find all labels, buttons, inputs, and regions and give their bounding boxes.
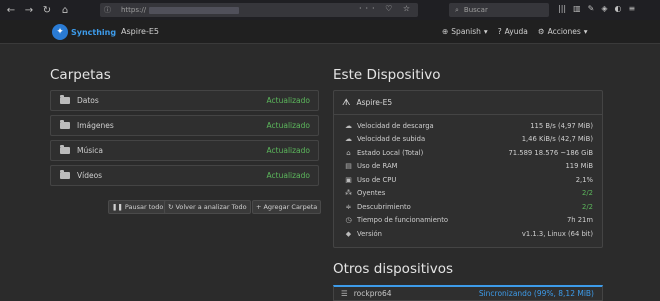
info-icon[interactable]: ⓘ xyxy=(104,5,111,15)
info-row-discovery: ≑ Descubrimiento 2/2 xyxy=(334,200,602,214)
add-folder-button[interactable]: + Agregar Carpeta xyxy=(252,200,322,214)
syncthing-logo-icon: ✦ xyxy=(52,24,68,40)
device-name: Aspire-E5 xyxy=(121,27,160,36)
url-redacted xyxy=(149,6,240,14)
globe-icon: ⊕ xyxy=(442,27,449,36)
folder-icon xyxy=(60,95,70,104)
folder-status: Actualizado xyxy=(266,121,310,130)
forward-icon[interactable]: → xyxy=(22,5,36,16)
rescan-all-button[interactable]: ↻ Volver a analizar Todo xyxy=(164,200,251,214)
info-row-ram: ▤ Uso de RAM 119 MiB xyxy=(334,160,602,174)
folder-name: Datos xyxy=(77,96,99,105)
search-input[interactable]: ⌕ Buscar xyxy=(449,3,549,17)
tag-icon: ◆ xyxy=(345,229,352,238)
info-row-upload: ☁ Velocidad de subida 1,46 KiB/s (42,7 M… xyxy=(345,135,593,144)
pause-all-button[interactable]: ❚❚ Pausar todo xyxy=(108,200,168,214)
address-bar[interactable]: ⓘ https:// ··· ♡ ☆ xyxy=(100,3,418,17)
remote-device-row[interactable]: ☰ rockpro64 Sincronizando (99%, 8,12 MiB… xyxy=(333,285,603,301)
remote-device-status: Sincronizando (99%, 8,12 MiB) xyxy=(478,289,594,298)
info-row-listeners: ⁂ Oyentes 2/2 xyxy=(345,189,593,198)
back-icon[interactable]: ← xyxy=(4,5,18,16)
app-navbar: ✦ Syncthing Aspire-E5 ⊕ Spanish ▾ ? Ayuda ⚙… xyxy=(0,20,660,44)
extension-icon[interactable]: ✎ xyxy=(588,4,595,13)
home-icon[interactable]: ⌂ xyxy=(58,5,72,16)
folder-row-datos[interactable]: Datos Actualizado xyxy=(50,90,319,111)
refresh-icon: ↻ xyxy=(168,203,174,211)
server-icon: ☰ xyxy=(341,289,348,298)
folder-icon xyxy=(60,120,70,129)
caret-down-icon: ▾ xyxy=(483,27,488,36)
url-actions[interactable]: ··· ♡ ☆ xyxy=(359,4,414,13)
sidebar-icon[interactable]: ▥ xyxy=(573,4,581,13)
brand-name: Syncthing xyxy=(71,27,117,37)
folder-row-imagenes[interactable]: Imágenes Actualizado xyxy=(50,115,319,136)
help-link[interactable]: ? Ayuda xyxy=(498,27,528,36)
folder-row-musica[interactable]: Música Actualizado xyxy=(50,140,319,161)
folder-row-videos[interactable]: Vídeos Actualizado xyxy=(50,165,319,186)
home-icon: ⌂ xyxy=(346,148,351,157)
reload-icon[interactable]: ↻ xyxy=(40,5,54,16)
folder-status: Actualizado xyxy=(266,146,310,155)
brand[interactable]: ✦ Syncthing xyxy=(52,24,116,40)
folder-name: Música xyxy=(77,146,103,155)
device-icon: ᗑ xyxy=(342,97,351,108)
folder-name: Imágenes xyxy=(77,121,114,130)
nav-menu: ⊕ Spanish ▾ ? Ayuda ⚙ Acciones ▾ xyxy=(442,27,588,36)
pause-icon: ❚❚ xyxy=(112,203,123,211)
discovery-icon: ≑ xyxy=(345,202,352,211)
ram-icon: ▤ xyxy=(345,162,352,171)
folder-icon xyxy=(60,170,70,179)
info-row-cpu: ▣ Uso de CPU 2,1% xyxy=(334,173,602,187)
folders-title: Carpetas xyxy=(50,67,111,83)
cpu-icon: ▣ xyxy=(345,175,352,184)
this-device-name: Aspire-E5 xyxy=(356,98,393,107)
other-devices-title: Otros dispositivos xyxy=(333,261,454,277)
cloud-download-icon: ☁ xyxy=(345,121,352,130)
folder-name: Vídeos xyxy=(77,171,103,180)
info-row-version: ◆ Versión v1.1.3, Linux (64 bit) xyxy=(334,227,602,241)
this-device-info: ☁ Velocidad de descarga 115 B/s (4,97 Mi… xyxy=(334,115,602,241)
clock-icon: ◷ xyxy=(345,216,352,225)
menu-icon[interactable]: ≡ xyxy=(629,4,636,13)
folder-status: Actualizado xyxy=(266,171,310,180)
shield-icon[interactable]: ◈ xyxy=(601,4,607,13)
library-icon[interactable]: ||| xyxy=(558,4,566,13)
gear-icon: ⚙ xyxy=(537,27,545,36)
actions-menu[interactable]: ⚙ Acciones ▾ xyxy=(538,27,588,36)
language-menu[interactable]: ⊕ Spanish ▾ xyxy=(442,27,488,36)
search-icon: ⌕ xyxy=(455,5,459,14)
caret-down-icon: ▾ xyxy=(583,27,588,36)
toolbar-icons: ||| ▥ ✎ ◈ ◐ ≡ xyxy=(558,4,635,13)
info-row-local-state: ⌂ Estado Local (Total) 71.589 18.576 ~18… xyxy=(334,146,602,160)
this-device-title: Este Dispositivo xyxy=(333,67,441,83)
cloud-upload-icon: ☁ xyxy=(345,135,352,144)
plus-icon: + xyxy=(256,203,262,211)
url-text: https:// xyxy=(121,6,147,14)
this-device-header[interactable]: ᗑ Aspire-E5 xyxy=(334,91,602,115)
info-row-uptime: ◷ Tiempo de funcionamiento 7h 21m xyxy=(334,214,602,228)
this-device-panel: ᗑ Aspire-E5 ☁ Velocidad de descarga 115 … xyxy=(333,90,603,248)
folder-icon xyxy=(60,145,70,154)
question-icon: ? xyxy=(497,27,502,36)
sitemap-icon: ⁂ xyxy=(345,189,352,198)
account-icon[interactable]: ◐ xyxy=(615,4,622,13)
remote-device-name: rockpro64 xyxy=(353,289,392,298)
folder-status: Actualizado xyxy=(266,96,310,105)
info-row-download: ☁ Velocidad de descarga 115 B/s (4,97 Mi… xyxy=(345,121,593,130)
browser-toolbar: ← → ↻ ⌂ ⓘ https:// ··· ♡ ☆ ⌕ Buscar ||| … xyxy=(0,0,660,20)
